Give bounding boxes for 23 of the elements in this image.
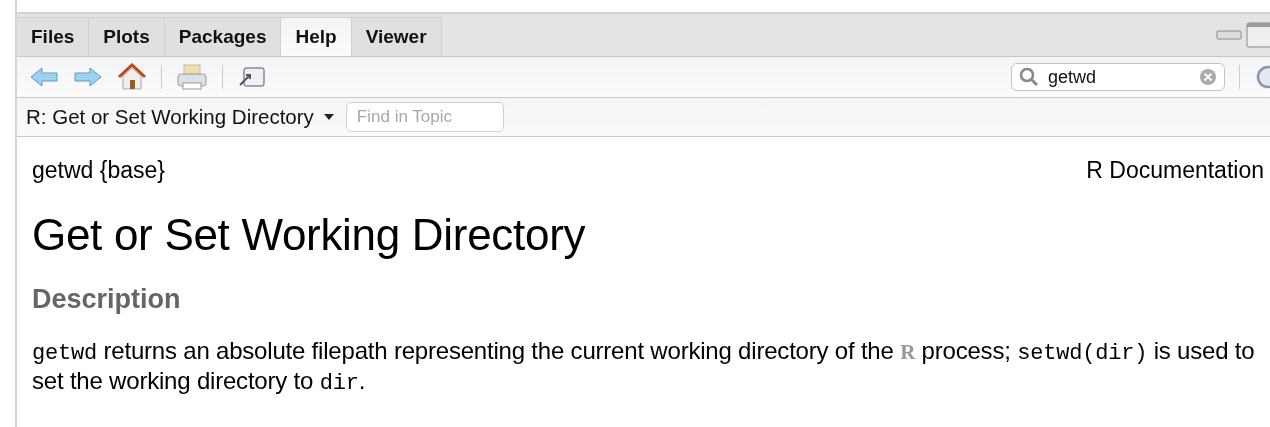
search-icon (1019, 67, 1039, 87)
popout-window-icon[interactable] (237, 65, 267, 89)
back-arrow-icon[interactable] (29, 66, 59, 88)
tab[interactable]: Help (281, 17, 352, 56)
topic-dropdown[interactable]: R: Get or Set Working Directory (26, 105, 334, 129)
tab[interactable]: Plots (89, 17, 165, 56)
search-field[interactable]: getwd (1011, 63, 1225, 91)
find-in-topic-field[interactable]: Find in Topic (345, 102, 504, 132)
printer-icon[interactable] (176, 63, 208, 91)
tab[interactable]: Viewer (351, 17, 442, 56)
description-paragraph: getwd returns an absolute filepath representing the current working directory of the R process; setwd(dir) is used to set the working directory to dir. (32, 337, 1256, 397)
forward-arrow-icon[interactable] (73, 66, 103, 88)
section-heading: Description (32, 284, 182, 315)
home-icon[interactable] (117, 63, 147, 91)
maximize-icon[interactable] (1246, 22, 1270, 48)
caret-icon (323, 114, 334, 120)
package-label: getwd {base} (32, 157, 165, 184)
clear-icon[interactable] (1199, 68, 1217, 86)
tab[interactable]: Packages (164, 17, 282, 56)
minimize-icon[interactable] (1216, 29, 1242, 41)
tab[interactable]: Files (17, 17, 90, 56)
source-label: R Documentation (1086, 157, 1264, 184)
page-title: Get or Set Working Directory (32, 210, 587, 260)
